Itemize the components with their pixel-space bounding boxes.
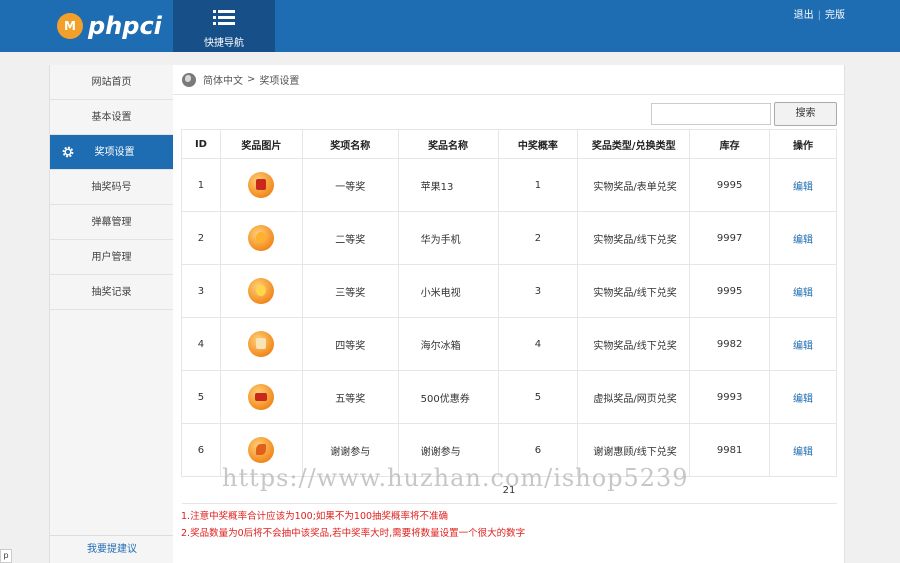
col-header-image: 奖品图片: [219, 129, 303, 159]
cell-stock: 9995: [689, 158, 771, 212]
top-bar: M phpci 快捷导航 退出 | 完版: [0, 0, 900, 52]
feedback-link[interactable]: 我要提建议: [50, 535, 174, 563]
table-row: 1 一等奖 苹果13 1 实物奖品/表单兑奖 9995 编辑: [181, 158, 837, 212]
edit-link[interactable]: 编辑: [793, 182, 813, 193]
cell-level: 二等奖: [301, 211, 399, 265]
cell-probability: 1: [497, 158, 579, 212]
cell-probability: 5: [497, 370, 579, 424]
col-header-stock: 库存: [689, 129, 771, 159]
globe-icon: [182, 72, 196, 87]
cell-level: 五等奖: [301, 370, 399, 424]
cell-id: 3: [181, 264, 221, 318]
edit-link[interactable]: 编辑: [793, 394, 813, 405]
breadcrumb: 简体中文 > 奖项设置: [173, 65, 844, 95]
cell-level: 三等奖: [301, 264, 399, 318]
sidebar-item-label: 抽奖记录: [91, 287, 132, 298]
fish-icon: [248, 437, 275, 463]
watermark: https://www.huzhan.com/ishop5239: [222, 464, 689, 492]
gift-icon: [248, 331, 275, 357]
sidebar-item-lottery-codes[interactable]: 抽奖码号: [50, 170, 173, 205]
breadcrumb-separator: >: [247, 74, 256, 85]
cell-probability: 2: [497, 211, 579, 265]
cell-probability: 3: [497, 264, 579, 318]
cell-prize: 海尔冰箱: [397, 317, 499, 371]
note-probability: 1.注意中奖概率合计应该为100;如果不为100抽奖概率将不准确: [181, 511, 449, 522]
sidebar-item-label: 奖项设置: [94, 147, 135, 158]
logo-text: phpci: [88, 12, 162, 40]
medal-icon: [248, 225, 275, 251]
cell-id: 5: [181, 370, 221, 424]
edit-link[interactable]: 编辑: [793, 235, 813, 246]
note-stock: 2.奖品数量为0后将不会抽中该奖品,若中奖率大时,需要将数量设置一个很大的数字: [181, 528, 526, 539]
col-header-prize: 奖品名称: [397, 129, 499, 159]
sidebar: 网站首页 基本设置 奖项设置 抽奖码号 弹幕管理 用户管理 抽奖记录 我要提建议: [49, 65, 174, 563]
list-icon: [213, 10, 235, 26]
cell-type: 实物奖品/线下兑奖: [577, 317, 691, 371]
cell-stock: 9997: [689, 211, 771, 265]
cell-id: 2: [181, 211, 221, 265]
cell-stock: 9982: [689, 317, 771, 371]
table-row: 5 五等奖 500优惠券 5 虚拟奖品/网页兑奖 9993 编辑: [181, 370, 837, 424]
col-header-level: 奖项名称: [301, 129, 399, 159]
quick-nav-label: 快捷导航: [204, 38, 244, 49]
table-row: 3 三等奖 小米电视 3 实物奖品/线下兑奖 9995 编辑: [181, 264, 837, 318]
breadcrumb-current: 奖项设置: [259, 76, 300, 87]
sidebar-item-label: 弹幕管理: [91, 217, 132, 228]
cell-stock: 9995: [689, 264, 771, 318]
sidebar-item-prize-settings[interactable]: 奖项设置: [50, 135, 173, 170]
edit-link[interactable]: 编辑: [793, 288, 813, 299]
cell-type: 虚拟奖品/网页兑奖: [577, 370, 691, 424]
cell-level: 四等奖: [301, 317, 399, 371]
trophy-icon: [248, 172, 275, 198]
quick-nav-button[interactable]: 快捷导航: [173, 0, 275, 52]
col-header-id: ID: [181, 129, 221, 159]
sidebar-item-basic-settings[interactable]: 基本设置: [50, 100, 173, 135]
cell-type: 实物奖品/线下兑奖: [577, 211, 691, 265]
col-header-probability: 中奖概率: [497, 129, 579, 159]
cell-type: 实物奖品/表单兑奖: [577, 158, 691, 212]
cell-prize: 华为手机: [397, 211, 499, 265]
cell-type: 实物奖品/线下兑奖: [577, 264, 691, 318]
notes: 1.注意中奖概率合计应该为100;如果不为100抽奖概率将不准确 2.奖品数量为…: [181, 508, 525, 542]
sidebar-item-label: 用户管理: [91, 252, 132, 263]
cell-stock: 9981: [689, 423, 771, 477]
edit-link[interactable]: 编辑: [793, 447, 813, 458]
logout-link[interactable]: 退出: [794, 10, 814, 21]
col-header-action: 操作: [769, 129, 837, 159]
logo-badge-icon: M: [57, 13, 83, 39]
logo[interactable]: M phpci: [57, 12, 162, 40]
cell-id: 6: [181, 423, 221, 477]
sidebar-item-label: 抽奖码号: [91, 182, 132, 193]
cell-id: 1: [181, 158, 221, 212]
table-header-row: ID 奖品图片 奖项名称 奖品名称 中奖概率 奖品类型/兑换类型 库存 操作: [181, 129, 837, 159]
col-header-type: 奖品类型/兑换类型: [577, 129, 691, 159]
cell-level: 一等奖: [301, 158, 399, 212]
table-row: 2 二等奖 华为手机 2 实物奖品/线下兑奖 9997 编辑: [181, 211, 837, 265]
sidebar-item-records[interactable]: 抽奖记录: [50, 275, 173, 310]
cell-stock: 9993: [689, 370, 771, 424]
second-link[interactable]: 完版: [825, 10, 845, 21]
breadcrumb-root[interactable]: 简体中文: [203, 72, 243, 87]
sidebar-item-danmaku[interactable]: 弹幕管理: [50, 205, 173, 240]
gear-icon: [62, 146, 74, 158]
prize-table: ID 奖品图片 奖项名称 奖品名称 中奖概率 奖品类型/兑换类型 库存 操作 1…: [181, 129, 837, 504]
search-button[interactable]: 搜索: [774, 102, 837, 126]
table-row: 4 四等奖 海尔冰箱 4 实物奖品/线下兑奖 9982 编辑: [181, 317, 837, 371]
corner-tab: p: [0, 549, 12, 563]
sidebar-item-home[interactable]: 网站首页: [50, 65, 173, 100]
sidebar-item-label: 网站首页: [91, 77, 132, 88]
cell-prize: 小米电视: [397, 264, 499, 318]
coin-icon: [248, 278, 275, 304]
sidebar-item-label: 基本设置: [91, 112, 132, 123]
coupon-icon: [248, 384, 275, 410]
cell-probability: 4: [497, 317, 579, 371]
cell-prize: 500优惠券: [397, 370, 499, 424]
search-input[interactable]: [651, 103, 771, 125]
sidebar-item-users[interactable]: 用户管理: [50, 240, 173, 275]
cell-id: 4: [181, 317, 221, 371]
cell-prize: 苹果13: [397, 158, 499, 212]
edit-link[interactable]: 编辑: [793, 341, 813, 352]
top-links: 退出 | 完版: [793, 10, 845, 21]
